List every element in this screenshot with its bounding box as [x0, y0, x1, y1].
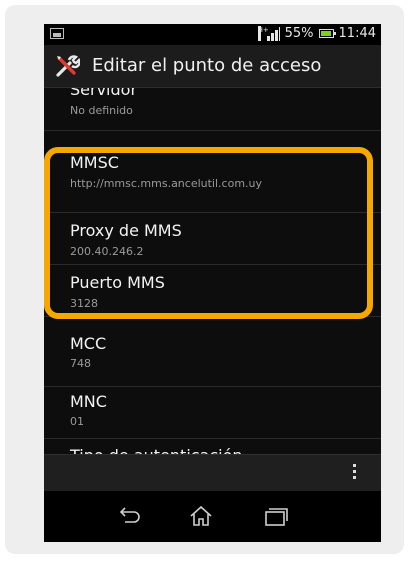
- status-right: H+ 55% 11:44: [257, 25, 376, 41]
- clock: 11:44: [338, 26, 376, 41]
- setting-tipo-autenticacion[interactable]: Tipo de autenticación: [44, 438, 381, 454]
- setting-value: 01: [70, 415, 84, 428]
- setting-value: No definido: [70, 104, 133, 117]
- status-bar: H+ 55% 11:44: [44, 24, 381, 45]
- setting-label: MCC: [70, 334, 107, 353]
- setting-label: Servidor: [70, 88, 138, 99]
- setting-servidor[interactable]: Servidor No definido: [44, 88, 381, 131]
- setting-value: 748: [70, 357, 91, 370]
- back-icon[interactable]: [114, 503, 144, 529]
- image-notification-icon: [50, 28, 64, 39]
- bottom-action-bar: [44, 454, 381, 491]
- battery-icon: [318, 29, 336, 38]
- signal-icon: H+: [257, 25, 280, 41]
- setting-label: MNC: [70, 392, 107, 411]
- setting-label: Tipo de autenticación: [70, 446, 243, 454]
- battery-percent: 55%: [284, 26, 314, 41]
- setting-mcc[interactable]: MCC 748: [44, 334, 381, 387]
- highlight-annotation: [44, 147, 373, 319]
- action-bar: Editar el punto de acceso: [44, 45, 381, 88]
- tools-icon[interactable]: [54, 53, 80, 79]
- navigation-bar: [44, 491, 381, 542]
- page-title: Editar el punto de acceso: [92, 55, 322, 76]
- overflow-menu-icon[interactable]: [353, 464, 357, 482]
- home-icon[interactable]: [186, 503, 216, 529]
- network-type: H+: [257, 25, 269, 41]
- setting-mnc[interactable]: MNC 01: [44, 386, 381, 439]
- recent-apps-icon[interactable]: [260, 503, 290, 529]
